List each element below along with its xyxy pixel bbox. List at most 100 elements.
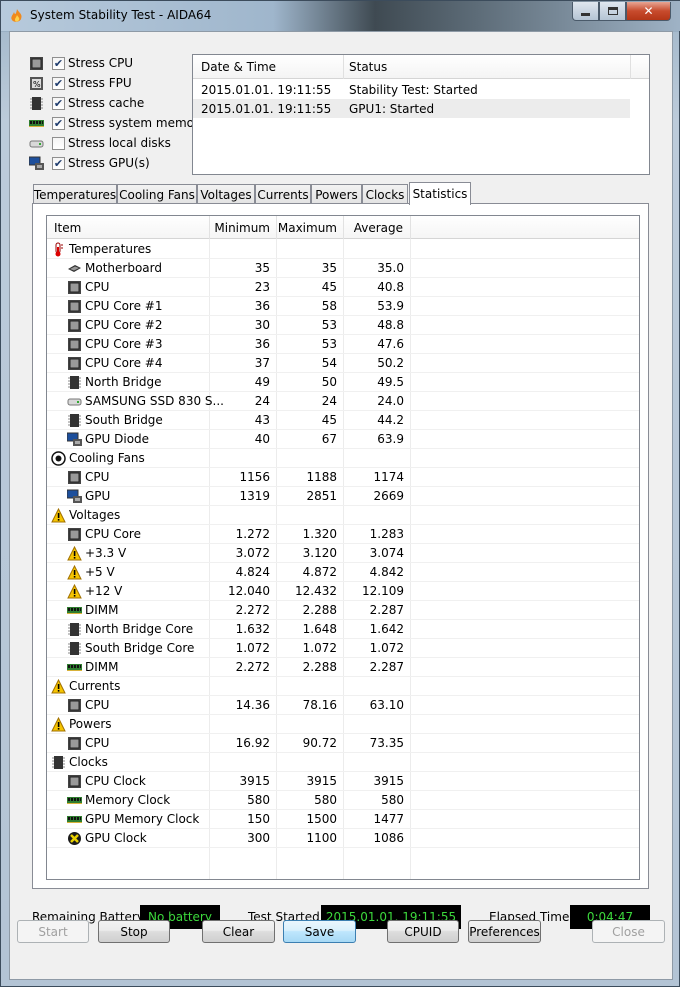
minimize-button[interactable] [572, 2, 599, 21]
table-row[interactable]: GPU 1319 2851 2669 [47, 487, 639, 506]
table-row[interactable]: +12 V 12.040 12.432 12.109 [47, 582, 639, 601]
cpu-icon [67, 470, 82, 485]
table-row[interactable]: Motherboard 35 35 35.0 [47, 259, 639, 278]
column-status[interactable]: Status [349, 60, 387, 74]
table-row[interactable]: CPU 1156 1188 1174 [47, 468, 639, 487]
stop-button[interactable]: Stop [98, 920, 170, 943]
column-average[interactable]: Average [343, 221, 403, 235]
table-row[interactable]: CPU 16.92 90.72 73.35 [47, 734, 639, 753]
close-window-button[interactable]: ✕ [626, 2, 671, 21]
table-row[interactable]: CPU Clock 3915 3915 3915 [47, 772, 639, 791]
item-name: Memory Clock [85, 793, 171, 807]
column-minimum[interactable]: Minimum [209, 221, 270, 235]
maximum-value: 58 [321, 299, 337, 313]
table-row[interactable]: SAMSUNG SSD 830 S... 24 24 24.0 [47, 392, 639, 411]
warning-icon [67, 564, 82, 580]
table-row[interactable]: CPU 23 45 40.8 [47, 278, 639, 297]
start-button[interactable]: Start [17, 920, 89, 943]
group-row[interactable]: Clocks [47, 753, 639, 772]
tab-powers[interactable]: Powers [311, 184, 362, 204]
cpuid-button[interactable]: CPUID [387, 920, 459, 943]
table-row[interactable]: DIMM 2.272 2.288 2.287 [47, 601, 639, 620]
tab-cooling-fans[interactable]: Cooling Fans [117, 184, 197, 204]
cpu-icon [67, 299, 82, 314]
table-row[interactable]: CPU Core #4 37 54 50.2 [47, 354, 639, 373]
group-row[interactable]: Temperatures [47, 240, 639, 259]
stress-checkbox[interactable]: ✔ [52, 116, 65, 130]
stress-checkbox[interactable]: ✔ [52, 76, 65, 90]
tab-statistics[interactable]: Statistics [409, 182, 471, 205]
statistics-table[interactable]: Item Minimum Maximum Average Temperature… [46, 215, 640, 880]
stress-option[interactable]: ✔ Stress CPU [29, 54, 133, 72]
stress-checkbox[interactable]: ✔ [52, 156, 65, 170]
table-row[interactable]: CPU Core #3 36 53 47.6 [47, 335, 639, 354]
stress-option[interactable]: % ✔ Stress FPU [29, 74, 132, 92]
tab-currents[interactable]: Currents [255, 184, 311, 204]
table-row[interactable]: GPU Clock 300 1100 1086 [47, 829, 639, 848]
minimum-value: 1.272 [235, 527, 270, 541]
table-row[interactable]: +3.3 V 3.072 3.120 3.074 [47, 544, 639, 563]
column-date-time[interactable]: Date & Time [201, 60, 276, 74]
average-value: 40.8 [377, 280, 404, 294]
warning-icon [51, 678, 66, 694]
maximum-value: 24 [321, 394, 337, 408]
tab-voltages[interactable]: Voltages [197, 184, 255, 204]
item-name: DIMM [85, 660, 119, 674]
table-row[interactable]: DIMM 2.272 2.288 2.287 [47, 658, 639, 677]
maximum-value: 2851 [306, 489, 337, 503]
clear-button[interactable]: Clear [202, 920, 275, 943]
minimum-value: 16.92 [235, 736, 270, 750]
tab-temperatures[interactable]: Temperatures [33, 184, 117, 204]
group-row[interactable]: Powers [47, 715, 639, 734]
maximum-value: 2.288 [302, 603, 337, 617]
table-row[interactable]: +5 V 4.824 4.872 4.842 [47, 563, 639, 582]
stress-checkbox[interactable]: ✔ [52, 56, 65, 70]
stress-checkbox[interactable]: ✔ [52, 96, 65, 110]
stress-option[interactable]: ✔ Stress GPU(s) [28, 154, 150, 172]
item-name: North Bridge [85, 375, 162, 389]
table-row[interactable]: CPU Core #1 36 58 53.9 [47, 297, 639, 316]
close-button[interactable]: Close [592, 920, 665, 943]
stress-checkbox[interactable] [52, 136, 65, 150]
table-row[interactable]: Memory Clock 580 580 580 [47, 791, 639, 810]
average-value: 48.8 [377, 318, 404, 332]
minimum-value: 1156 [239, 470, 270, 484]
minimum-value: 36 [254, 299, 270, 313]
warning-icon [67, 545, 82, 561]
cpu-icon [67, 356, 82, 371]
group-row[interactable]: Currents [47, 677, 639, 696]
chip-icon [51, 755, 66, 770]
item-name: CPU Core #2 [85, 318, 163, 332]
table-row[interactable]: CPU Core 1.272 1.320 1.283 [47, 525, 639, 544]
close-icon: ✕ [643, 4, 654, 18]
event-log-header: Date & Time Status [193, 55, 649, 79]
column-item[interactable]: Item [54, 221, 81, 235]
tab-clocks[interactable]: Clocks [362, 184, 408, 204]
table-row[interactable]: GPU Diode 40 67 63.9 [47, 430, 639, 449]
table-row[interactable]: GPU Memory Clock 150 1500 1477 [47, 810, 639, 829]
log-row[interactable]: 2015.01.01. 19:11:55 Stability Test: Sta… [193, 80, 630, 99]
column-maximum[interactable]: Maximum [276, 221, 337, 235]
title-bar[interactable]: System Stability Test - AIDA64 ✕ [1, 1, 680, 31]
stress-option[interactable]: Stress local disks [29, 134, 171, 152]
table-row[interactable]: South Bridge Core 1.072 1.072 1.072 [47, 639, 639, 658]
table-row[interactable]: CPU 14.36 78.16 63.10 [47, 696, 639, 715]
save-button[interactable]: Save [283, 920, 356, 943]
minimum-value: 2.272 [235, 660, 270, 674]
table-row[interactable]: South Bridge 43 45 44.2 [47, 411, 639, 430]
stress-option[interactable]: ✔ Stress system memory [29, 114, 206, 132]
thermometer-icon [51, 242, 66, 257]
average-value: 1477 [373, 812, 404, 826]
group-row[interactable]: Cooling Fans [47, 449, 639, 468]
group-row[interactable]: Voltages [47, 506, 639, 525]
minimum-value: 1.632 [235, 622, 270, 636]
preferences-button[interactable]: Preferences [468, 920, 541, 943]
log-row[interactable]: 2015.01.01. 19:11:55 GPU1: Started [193, 99, 630, 118]
table-row[interactable]: CPU Core #2 30 53 48.8 [47, 316, 639, 335]
event-log[interactable]: Date & Time Status 2015.01.01. 19:11:55 … [192, 54, 650, 175]
table-row[interactable]: North Bridge Core 1.632 1.648 1.642 [47, 620, 639, 639]
minimum-value: 24 [254, 394, 270, 408]
maximize-button[interactable] [599, 2, 626, 21]
stress-option[interactable]: ✔ Stress cache [29, 94, 144, 112]
table-row[interactable]: North Bridge 49 50 49.5 [47, 373, 639, 392]
